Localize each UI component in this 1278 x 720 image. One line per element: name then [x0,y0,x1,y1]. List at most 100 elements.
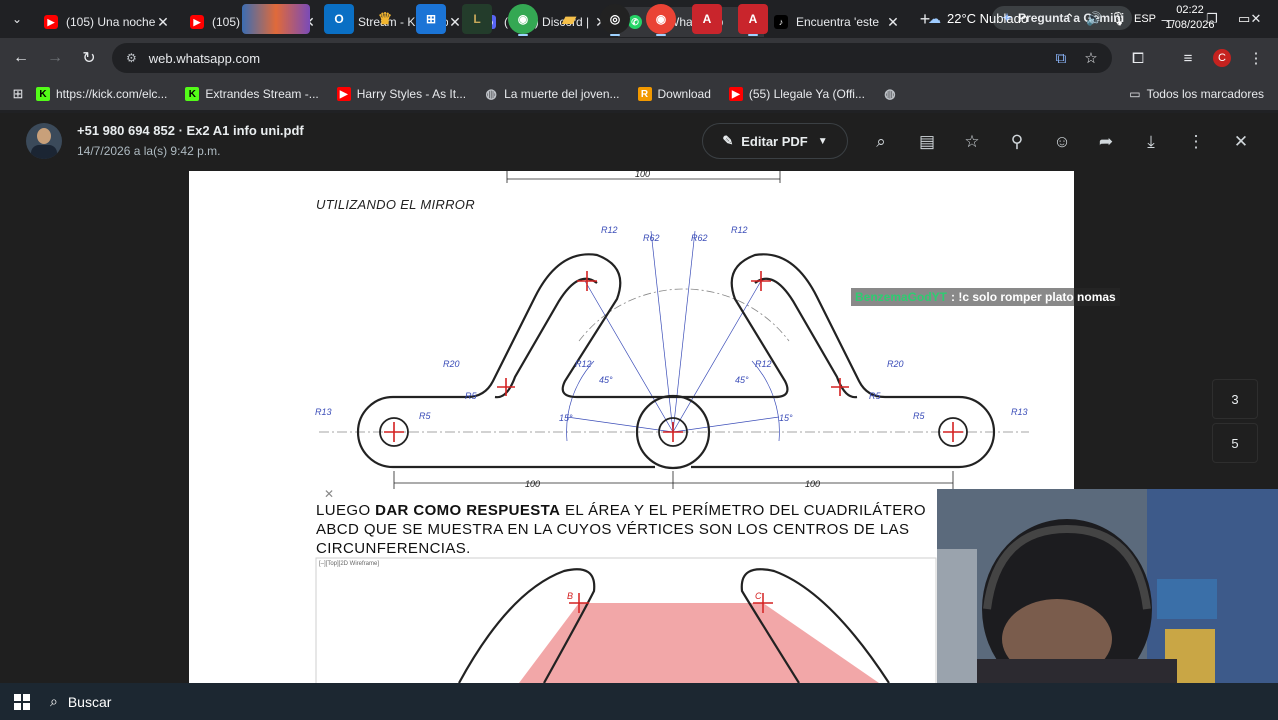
cloud-icon: ☁ [928,10,941,26]
weather-text: 22°C Nublado [947,11,1029,26]
chat-text: : !c solo romper plato nomas [951,290,1116,304]
kebab-menu-icon[interactable]: ⋮ [1241,38,1271,78]
bookmarks-bar: ⊞ Khttps://kick.com/elc... K Extrandes St… [0,78,1278,110]
media-viewer-header: +51 980 694 852 · Ex2 A1 info uni.pdf 14… [0,113,1278,171]
contact-avatar[interactable] [26,123,62,159]
browser-tab-4[interactable]: ◉ (7092) Discord | ✕ [472,7,618,37]
download-icon[interactable]: ⤓ [1136,127,1166,157]
bookmark-item[interactable]: R Download [637,87,711,101]
radius-label-r20-right: R20 [887,359,904,369]
tiktok-icon: ♪ [774,15,788,29]
folder-icon: ▭ [1129,87,1141,101]
taskbar-search[interactable]: ⌕ Buscar [50,693,111,710]
pin-icon[interactable]: ⚲ [1002,127,1032,157]
close-tab-icon[interactable]: ✕ [156,14,170,31]
edit-pdf-button[interactable]: ✎ Editar PDF ▼ [702,123,848,159]
kick-icon: K [185,87,200,101]
obs-icon[interactable]: ◎ [600,4,630,36]
tab-title: (105) Una noche [66,15,156,29]
file-title: +51 980 694 852 · Ex2 A1 info uni.pdf [77,123,304,138]
search-highlight-image[interactable] [242,4,310,34]
file-explorer-icon[interactable]: ▰ [554,4,584,34]
paragraph-lead: LUEGO [316,502,376,519]
close-tab-icon[interactable]: ✕ [886,14,900,31]
microphone-icon[interactable]: 🎙 [1110,0,1127,37]
message-icon[interactable]: ▤ [912,127,942,157]
dim-label-top: 100 [635,171,650,179]
chat-username: BenzemaGodYT [855,290,948,304]
radius-label-r5-mid-left: R5 [465,391,477,401]
more-options-icon[interactable]: ⋮ [1181,127,1211,157]
forward-arrow-icon[interactable]: → [38,41,72,75]
edit-pdf-label: Editar PDF [741,133,808,149]
browser-tab-1[interactable]: ▶ (105) Una noche ✕ [34,7,180,37]
url-text: web.whatsapp.com [148,50,261,66]
close-viewer-icon[interactable]: ✕ [1226,127,1256,157]
angle-label-15-right: 15° [779,413,793,423]
address-bar[interactable]: ⚙ web.whatsapp.com [112,43,1112,73]
tab-search-chevron-icon[interactable]: ⌄ [0,0,34,38]
weather-widget[interactable]: ☁ 22°C Nublado [928,0,1028,37]
clock-date: 1/08/2026 [1165,19,1215,31]
search-icon: ⌕ [50,693,58,709]
pencil-icon: ✎ [722,133,734,148]
bookmark-item[interactable]: ◍ La muerte del joven... [484,86,620,101]
youtube-icon: ▶ [336,87,351,101]
autocad-icon[interactable]: A [738,4,768,36]
dim-label-left: 100 [525,479,540,489]
radius-label-r12-right: R12 [731,225,748,235]
bookmark-label: Harry Styles - As It... [356,87,467,101]
tray-chevron-up-icon[interactable]: ⌃ [1064,0,1075,37]
radius-label-r12-inner-right: R12 [755,359,772,369]
profile-avatar[interactable]: C [1207,38,1237,78]
volume-icon[interactable]: 🔊 [1086,0,1102,37]
file-timestamp: 14/7/2026 a la(s) 9:42 p.m. [77,144,221,158]
reload-icon[interactable]: ↻ [72,41,106,75]
microsoft-store-icon[interactable]: ⊞ [416,4,446,34]
all-bookmarks-label: Todos los marcadores [1146,87,1264,101]
bookmark-star-icon[interactable]: ☆ [1076,38,1106,78]
radius-label-r5-mid-right: R5 [869,391,881,401]
chrome-profile-icon[interactable]: ◉ [646,4,676,36]
translate-icon[interactable]: ⧉ [1046,38,1076,78]
extensions-puzzle-icon[interactable]: ⧠ [1123,38,1153,78]
all-bookmarks-folder[interactable]: ▭ Todos los marcadores [1129,78,1264,110]
chrome-icon[interactable]: ◉ [508,4,538,36]
page-thumbnail-3[interactable]: 3 [1212,379,1258,419]
notification-icon[interactable]: ▭ [1238,0,1250,37]
apps-grid-icon[interactable]: ⊞ [0,77,36,111]
browser-toolbar: ← → ↻ ⚙ web.whatsapp.com ⧉ ☆ ⧠ ≡ C ⋮ [0,38,1278,78]
browser-tab-6[interactable]: ♪ Encuentra 'este ✕ [764,7,910,37]
league-of-legends-icon[interactable]: L [462,4,492,34]
search-label: Buscar [67,693,112,710]
star-icon[interactable]: ☆ [957,127,987,157]
windows-start-icon[interactable] [0,683,44,720]
medal-app-icon[interactable]: ♛ [370,4,400,34]
radius-label-r62-left: R62 [643,233,660,243]
back-arrow-icon[interactable]: ← [4,41,38,75]
bookmark-item[interactable]: ▶ (55) Llegale Ya (Offi... [728,87,865,101]
forward-icon[interactable]: ➦ [1091,127,1121,157]
bookmark-label: Download [657,87,711,101]
language-indicator[interactable]: ESP [1134,0,1156,37]
kick-icon: K [36,87,50,101]
outlook-icon[interactable]: O [324,4,354,34]
page-thumbnail-5[interactable]: 5 [1212,423,1258,463]
bookmark-item[interactable]: Khttps://kick.com/elc... [36,87,167,101]
search-icon[interactable]: ⌕ [866,127,896,157]
close-tab-icon[interactable]: ✕ [448,14,462,31]
globe-bookmark-icon[interactable]: ◍ [883,86,903,101]
dim-label-right: 100 [805,479,820,489]
emoji-icon[interactable]: ☺ [1047,127,1077,157]
stream-chat-message: BenzemaGodYT : !c solo romper plato noma… [851,288,1120,306]
bookmark-label: (55) Llegale Ya (Offi... [748,87,865,101]
bookmark-label: La muerte del joven... [504,87,620,101]
site-info-icon[interactable]: ⚙ [126,51,137,65]
youtube-icon: ▶ [728,87,743,101]
acrobat-icon[interactable]: A [692,4,722,34]
radius-label-r62-right: R62 [691,233,708,243]
media-controls-icon[interactable]: ≡ [1173,38,1203,78]
clock[interactable]: 02:22 1/08/2026 [1160,3,1220,33]
bookmark-item[interactable]: ▶ Harry Styles - As It... [336,87,467,101]
bookmark-item[interactable]: K Extrandes Stream -... [185,87,319,101]
